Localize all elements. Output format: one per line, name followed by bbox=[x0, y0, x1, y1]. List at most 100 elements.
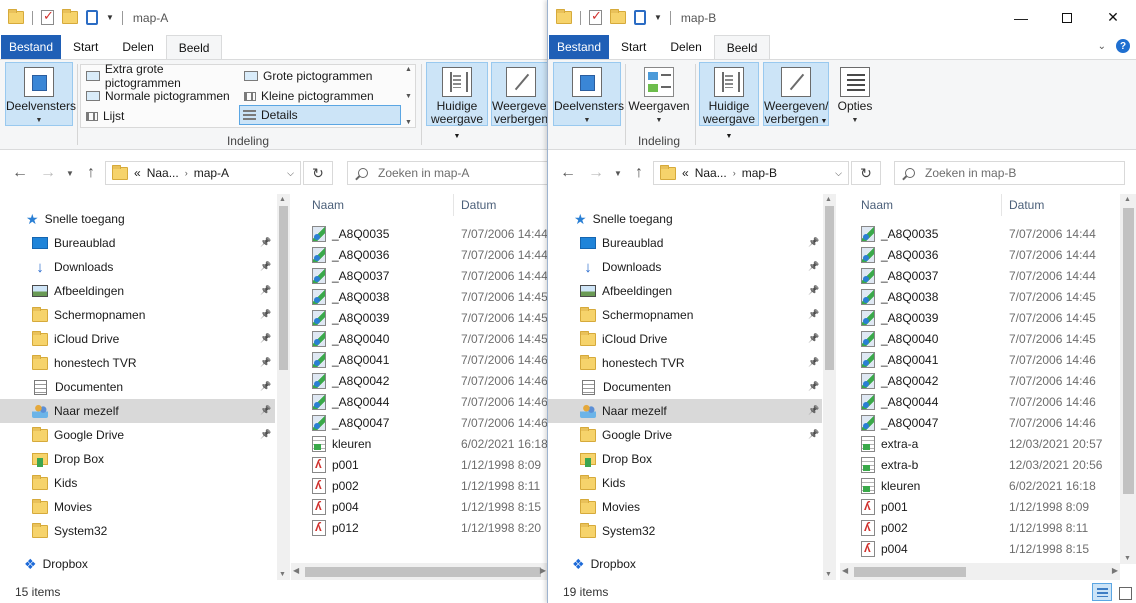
nav-item-downloads[interactable]: ↓ Downloads 📌 bbox=[548, 255, 822, 279]
tab-beeld[interactable]: Beeld bbox=[713, 35, 771, 59]
nav-scrollbar[interactable]: ▲ ▼ bbox=[277, 194, 290, 580]
file-list-vertical-scrollbar[interactable]: ▲ ▼ bbox=[1120, 194, 1136, 564]
file-row[interactable]: p004 1/12/1998 8:15 bbox=[861, 538, 1117, 559]
chevron-left-icon[interactable]: ◀ bbox=[842, 566, 848, 575]
nav-quick-access[interactable]: ★ Snelle toegang bbox=[574, 207, 673, 231]
breadcrumb-map-b[interactable]: map-B bbox=[742, 166, 777, 180]
help-icon[interactable]: ? bbox=[1116, 39, 1130, 53]
chevron-right-icon[interactable]: › bbox=[733, 168, 736, 178]
scroll-thumb[interactable] bbox=[1123, 208, 1134, 494]
file-row[interactable]: _A8Q0041 7/07/2006 14:46 bbox=[312, 349, 548, 370]
layout-normal-icons[interactable]: Normale pictogrammen bbox=[83, 86, 241, 106]
layout-small-icons[interactable]: Kleine pictogrammen bbox=[241, 86, 399, 106]
search-placeholder[interactable]: Zoeken in map-A bbox=[378, 166, 469, 180]
scroll-thumb[interactable] bbox=[279, 206, 288, 370]
nav-item-honestech-tvr[interactable]: honestech TVR 📌 bbox=[0, 351, 275, 375]
nav-item-schermopnamen[interactable]: Schermopnamen 📌 bbox=[0, 303, 275, 327]
nav-item-google-drive[interactable]: Google Drive 📌 bbox=[548, 423, 822, 447]
back-arrow-icon[interactable]: ← bbox=[560, 164, 576, 182]
nav-item-system32[interactable]: System32 bbox=[548, 519, 822, 543]
file-list-horizontal-scrollbar[interactable]: ◀ ▶ bbox=[291, 563, 548, 580]
deelvensters-button[interactable]: Deelvensters ▼ bbox=[5, 62, 76, 126]
weergeven-verbergen-button[interactable]: Weergeven/ verbergen bbox=[491, 62, 548, 126]
back-arrow-icon[interactable]: ← bbox=[12, 164, 28, 182]
close-button[interactable]: ✕ bbox=[1090, 0, 1136, 35]
chevron-right-icon[interactable]: ▶ bbox=[540, 566, 546, 575]
file-row[interactable]: _A8Q0036 7/07/2006 14:44 bbox=[312, 244, 548, 265]
file-row[interactable]: _A8Q0047 7/07/2006 14:46 bbox=[861, 412, 1117, 433]
refresh-button[interactable]: ↻ bbox=[303, 161, 333, 185]
file-row[interactable]: _A8Q0039 7/07/2006 14:45 bbox=[312, 307, 548, 328]
nav-item-icloud-drive[interactable]: iCloud Drive 📌 bbox=[0, 327, 275, 351]
nav-item-google-drive[interactable]: Google Drive 📌 bbox=[0, 423, 275, 447]
weergeven-verbergen-button[interactable]: Weergeven/ verbergen ▼ bbox=[763, 62, 829, 126]
pin-icon[interactable]: 📌 bbox=[808, 357, 819, 368]
column-header-naam[interactable]: Naam bbox=[312, 194, 344, 216]
file-row[interactable]: _A8Q0037 7/07/2006 14:44 bbox=[861, 265, 1117, 286]
file-row[interactable]: extra-b 12/03/2021 20:56 bbox=[861, 454, 1117, 475]
pin-icon[interactable]: 📌 bbox=[808, 309, 819, 320]
forward-arrow-icon[interactable]: → bbox=[588, 164, 604, 182]
deelvensters-button[interactable]: Deelvensters ▼ bbox=[553, 62, 624, 126]
address-overflow[interactable]: « bbox=[134, 166, 141, 180]
maximize-button[interactable] bbox=[1044, 0, 1090, 35]
chevron-down-icon[interactable]: ▼ bbox=[1124, 555, 1131, 562]
file-row[interactable]: _A8Q0040 7/07/2006 14:45 bbox=[861, 328, 1117, 349]
pin-icon[interactable]: 📌 bbox=[260, 285, 271, 296]
search-box[interactable]: Zoeken in map-A bbox=[347, 161, 548, 185]
pin-icon[interactable]: 📌 bbox=[808, 237, 819, 248]
up-arrow-icon[interactable]: ↑ bbox=[635, 164, 643, 182]
nav-item-bureaublad[interactable]: Bureaublad 📌 bbox=[0, 231, 275, 255]
layout-large-icons[interactable]: Grote pictogrammen bbox=[241, 66, 399, 86]
file-row[interactable]: p001 1/12/1998 8:09 bbox=[861, 496, 1117, 517]
address-overflow[interactable]: « bbox=[682, 166, 689, 180]
file-row[interactable]: extra-a 12/03/2021 20:57 bbox=[861, 433, 1117, 454]
address-bar[interactable]: « Naa... › map-B ⌵ bbox=[653, 161, 849, 185]
device-icon[interactable] bbox=[634, 10, 646, 25]
scroll-thumb[interactable] bbox=[305, 567, 541, 577]
layout-extra-large-icons[interactable]: Extra grote pictogrammen bbox=[83, 62, 241, 90]
nav-item-honestech-tvr[interactable]: honestech TVR 📌 bbox=[548, 351, 822, 375]
pin-icon[interactable]: 📌 bbox=[808, 429, 819, 440]
chevron-up-icon[interactable]: ▲ bbox=[825, 196, 832, 203]
breadcrumb-naar-mezelf[interactable]: Naa... bbox=[147, 166, 179, 180]
pin-icon[interactable]: 📌 bbox=[808, 333, 819, 344]
file-row[interactable]: _A8Q0037 7/07/2006 14:44 bbox=[312, 265, 548, 286]
new-folder-icon[interactable] bbox=[62, 9, 78, 24]
pin-icon[interactable]: 📌 bbox=[260, 429, 271, 440]
file-row[interactable]: _A8Q0035 7/07/2006 14:44 bbox=[312, 223, 548, 244]
breadcrumb-naar-mezelf[interactable]: Naa... bbox=[695, 166, 727, 180]
huidige-weergave-button[interactable]: Huidige weergave ▼ bbox=[699, 62, 759, 140]
pin-icon[interactable]: 📌 bbox=[808, 261, 819, 272]
breadcrumb-map-a[interactable]: map-A bbox=[194, 166, 229, 180]
pin-icon[interactable]: 📌 bbox=[260, 357, 271, 368]
gallery-scroll[interactable]: ▲ ▼ ▼ bbox=[403, 66, 414, 126]
recent-dropdown-icon[interactable]: ▼ bbox=[66, 169, 74, 178]
tab-start[interactable]: Start bbox=[61, 35, 110, 59]
quick-access-dropdown-icon[interactable]: ▼ bbox=[106, 13, 114, 22]
chevron-right-icon[interactable]: › bbox=[185, 168, 188, 178]
search-placeholder[interactable]: Zoeken in map-B bbox=[925, 166, 1016, 180]
pin-icon[interactable]: 📌 bbox=[260, 405, 271, 416]
pin-icon[interactable]: 📌 bbox=[808, 405, 819, 416]
pin-icon[interactable]: 📌 bbox=[260, 381, 271, 392]
chevron-up-icon[interactable]: ▲ bbox=[1124, 196, 1131, 203]
chevron-up-icon[interactable]: ▲ bbox=[405, 66, 412, 73]
file-row[interactable]: _A8Q0036 7/07/2006 14:44 bbox=[861, 244, 1117, 265]
file-row[interactable]: _A8Q0041 7/07/2006 14:46 bbox=[861, 349, 1117, 370]
tab-delen[interactable]: Delen bbox=[658, 35, 713, 59]
nav-item-movies[interactable]: Movies bbox=[0, 495, 275, 519]
file-row[interactable]: _A8Q0040 7/07/2006 14:45 bbox=[312, 328, 548, 349]
chevron-down-icon[interactable]: ▼ bbox=[825, 571, 832, 578]
pin-icon[interactable]: 📌 bbox=[260, 261, 271, 272]
file-row[interactable]: _A8Q0039 7/07/2006 14:45 bbox=[861, 307, 1117, 328]
file-row[interactable]: _A8Q0042 7/07/2006 14:46 bbox=[312, 370, 548, 391]
file-row[interactable]: p002 1/12/1998 8:11 bbox=[312, 475, 548, 496]
tab-bestand[interactable]: Bestand bbox=[549, 35, 610, 59]
chevron-right-icon[interactable]: ▶ bbox=[1112, 566, 1118, 575]
nav-item-icloud-drive[interactable]: iCloud Drive 📌 bbox=[548, 327, 822, 351]
pin-icon[interactable]: 📌 bbox=[260, 237, 271, 248]
nav-item-schermopnamen[interactable]: Schermopnamen 📌 bbox=[548, 303, 822, 327]
column-header-datum[interactable]: Datum bbox=[461, 194, 496, 216]
large-icons-view-button[interactable] bbox=[1114, 583, 1134, 601]
